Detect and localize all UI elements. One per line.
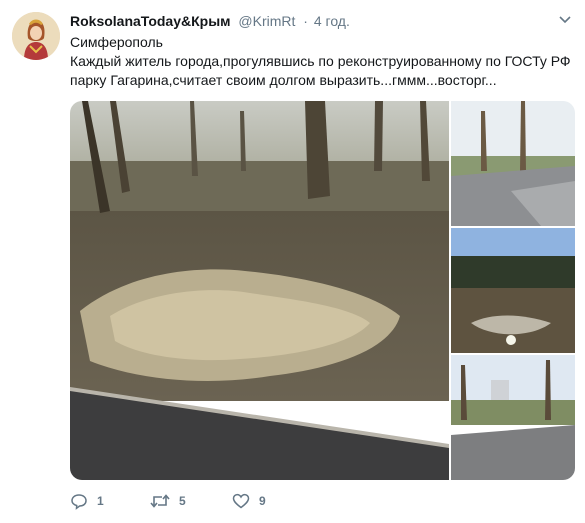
photo-4[interactable] bbox=[451, 355, 575, 480]
retweet-icon bbox=[150, 492, 170, 510]
retweet-button[interactable]: 5 bbox=[150, 490, 186, 512]
like-count: 9 bbox=[259, 494, 266, 508]
timestamp[interactable]: 4 год. bbox=[314, 13, 350, 29]
photo-grid bbox=[70, 101, 575, 480]
avatar-image bbox=[12, 12, 60, 60]
chevron-down-icon[interactable] bbox=[557, 12, 573, 28]
photo-main[interactable] bbox=[70, 101, 449, 480]
tweet-text: Симферополь Каждый житель города,прогуля… bbox=[70, 33, 575, 90]
author-name[interactable]: RoksolanaToday&Крым bbox=[70, 13, 231, 29]
retweet-count: 5 bbox=[179, 494, 186, 508]
separator: · bbox=[303, 13, 308, 29]
reply-icon bbox=[70, 492, 88, 510]
tweet-location: Симферополь bbox=[70, 34, 163, 50]
photo-3[interactable] bbox=[451, 228, 575, 353]
author-handle[interactable]: @KrimRt bbox=[238, 13, 295, 29]
reply-button[interactable]: 1 bbox=[70, 490, 104, 512]
photo-2[interactable] bbox=[451, 101, 575, 226]
tweet-text-line-1: Каждый житель города,прогулявшись по рек… bbox=[70, 53, 571, 69]
tweet-header: RoksolanaToday&Крым @KrimRt · 4 год. bbox=[70, 12, 573, 32]
reply-count: 1 bbox=[97, 494, 104, 508]
avatar[interactable] bbox=[12, 12, 60, 60]
tweet: RoksolanaToday&Крым @KrimRt · 4 год. Сим… bbox=[0, 0, 585, 523]
heart-icon bbox=[232, 492, 250, 510]
tweet-text-line-2: парку Гагарина,считает своим долгом выра… bbox=[70, 72, 497, 88]
like-button[interactable]: 9 bbox=[232, 490, 266, 512]
